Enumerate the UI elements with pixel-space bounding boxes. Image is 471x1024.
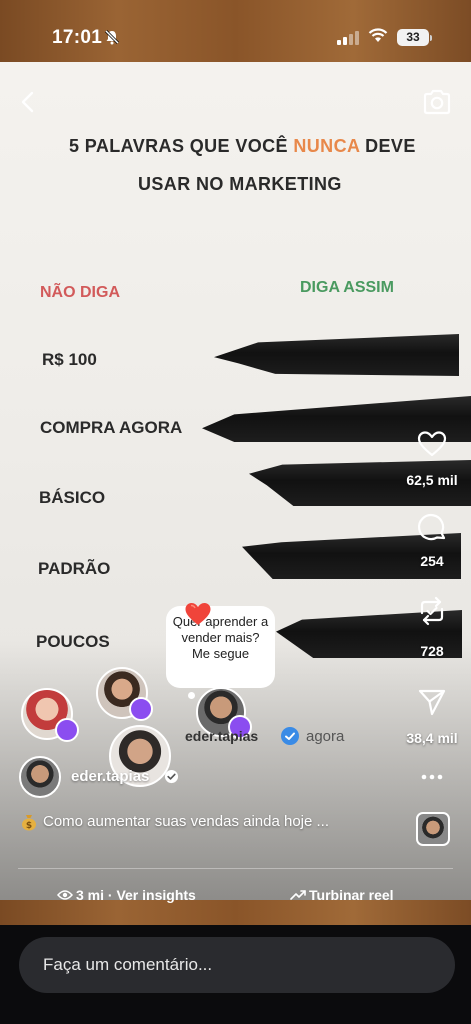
status-time: 17:01 [52, 27, 103, 48]
divider [18, 868, 453, 869]
heart-icon[interactable] [416, 428, 448, 460]
comment-count: 254 [420, 553, 444, 569]
repost-count: 728 [420, 643, 444, 659]
share-count: 38,4 mil [406, 730, 458, 746]
word-item: BÁSICO [39, 488, 106, 507]
author-avatar[interactable] [19, 756, 61, 798]
verified-badge-icon [281, 727, 299, 745]
video-title-line1: 5 PALAVRAS QUE VOCÊ NUNCA DEVE [69, 136, 416, 157]
more-options-icon[interactable] [421, 774, 443, 780]
title-part1: 5 PALAVRAS QUE VOCÊ [69, 136, 294, 156]
reel-caption[interactable]: Como aumentar suas vendas ainda hoje ... [43, 813, 329, 830]
note-bubble-tail [188, 692, 195, 699]
word-item: COMPRA AGORA [40, 418, 183, 437]
repost-icon[interactable] [416, 595, 448, 627]
audio-thumbnail[interactable] [416, 812, 450, 846]
note-bubble[interactable]: Quer aprender a vender mais? Me segue [166, 606, 275, 688]
word-item: POUCOS [36, 632, 110, 651]
red-heart-emoji-icon [185, 603, 211, 625]
svg-text:$: $ [26, 821, 32, 831]
note-timestamp: agora [306, 728, 345, 745]
note-author-handle[interactable]: eder.tapias [185, 728, 258, 744]
share-send-icon[interactable] [416, 686, 448, 718]
bell-muted-icon [104, 29, 120, 45]
comment-icon[interactable] [416, 512, 448, 544]
battery-indicator: 33 [397, 29, 429, 46]
repost-badge-icon [55, 718, 79, 742]
word-item: PADRÃO [38, 559, 111, 578]
battery-tip [430, 35, 432, 41]
video-title-line2: USAR NO MARKETING [138, 174, 342, 194]
repost-badge-icon [129, 697, 153, 721]
money-bag-emoji-icon: $ [22, 815, 36, 831]
word-item: R$ 100 [42, 350, 97, 369]
comment-input[interactable]: Faça um comentário... [19, 937, 455, 993]
title-accent: NUNCA [293, 136, 360, 156]
eye-icon [57, 890, 73, 900]
like-count: 62,5 mil [406, 472, 458, 488]
verified-badge-icon [164, 769, 179, 784]
boost-reel-button[interactable]: Turbinar reel [309, 887, 394, 903]
author-username[interactable]: eder.tapias [71, 768, 149, 785]
column-header-do: DIGA ASSIM [300, 279, 394, 296]
status-bar: 17:01 33 [0, 0, 471, 62]
wifi-icon [368, 28, 388, 42]
trending-up-icon [290, 890, 306, 900]
title-part2: DEVE [359, 136, 416, 156]
column-header-dont: NÃO DIGA [40, 284, 120, 301]
back-arrow-icon[interactable] [16, 90, 40, 114]
cellular-signal-icon [337, 31, 359, 45]
camera-icon[interactable] [422, 88, 452, 116]
view-insights-link[interactable]: 3 mi · Ver insights [76, 887, 196, 903]
